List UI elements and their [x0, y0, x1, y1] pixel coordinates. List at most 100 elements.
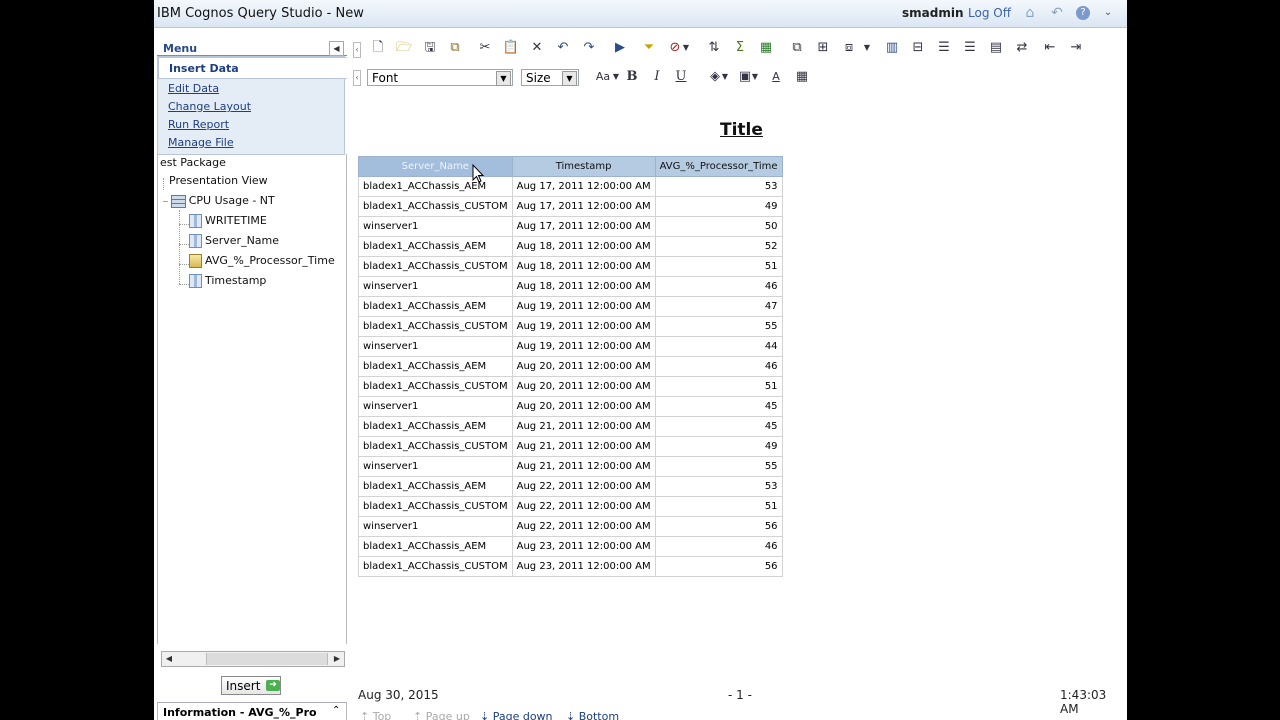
cell-timestamp[interactable]: Aug 20, 2011 12:00:00 AM [511, 356, 656, 377]
header-icon[interactable]: ☰ [935, 39, 953, 57]
cell-server-name[interactable]: winserver1 [358, 276, 513, 297]
cell-timestamp[interactable]: Aug 18, 2011 12:00:00 AM [511, 256, 656, 277]
tree-node-avg-processor-time[interactable]: AVG_%_Processor_Time [189, 254, 335, 268]
cell-avg-processor-time[interactable]: 55 [654, 316, 783, 337]
cell-timestamp[interactable]: Aug 19, 2011 12:00:00 AM [511, 316, 656, 337]
tree-node-writetime[interactable]: WRITETIME [189, 214, 267, 228]
cell-timestamp[interactable]: Aug 21, 2011 12:00:00 AM [511, 416, 656, 437]
chevron-down-icon[interactable]: ▼ [750, 68, 760, 86]
cell-avg-processor-time[interactable]: 50 [654, 216, 783, 237]
scroll-left-icon[interactable]: ◀ [162, 652, 176, 666]
cell-server-name[interactable]: winserver1 [358, 216, 513, 237]
cell-server-name[interactable]: bladex1_ACChassis_AEM [358, 476, 513, 497]
cell-avg-processor-time[interactable]: 49 [654, 196, 783, 217]
home-icon[interactable]: ⌂ [1022, 5, 1038, 21]
tree-expander-icon[interactable]: − [162, 197, 169, 206]
help-icon[interactable]: ? [1076, 6, 1090, 20]
cell-timestamp[interactable]: Aug 17, 2011 12:00:00 AM [511, 196, 656, 217]
insert-button[interactable]: Insert ➜ [221, 676, 281, 695]
cell-avg-processor-time[interactable]: 56 [654, 556, 783, 577]
bold-icon[interactable]: B [623, 68, 641, 86]
tree-node-package[interactable]: est Package [160, 156, 226, 169]
font-select[interactable]: Font ▼ [367, 69, 513, 86]
cell-server-name[interactable]: bladex1_ACChassis_CUSTOM [358, 496, 513, 517]
delete-icon[interactable]: ✕ [528, 39, 546, 57]
text-style-icon[interactable]: Aa [594, 68, 612, 86]
toolbar-scroll-left-icon[interactable]: ‹ [353, 70, 361, 86]
footer-icon[interactable]: ☰ [961, 39, 979, 57]
chart-icon[interactable]: ▥ [883, 39, 901, 57]
cell-timestamp[interactable]: Aug 19, 2011 12:00:00 AM [511, 296, 656, 317]
cell-server-name[interactable]: bladex1_ACChassis_CUSTOM [358, 436, 513, 457]
undo-icon[interactable]: ↶ [554, 39, 572, 57]
chevron-down-icon[interactable]: ▼ [862, 39, 872, 57]
table-format-icon[interactable]: ▦ [793, 68, 811, 86]
chevron-down-icon[interactable]: ▼ [496, 71, 511, 86]
save-as-icon[interactable]: ⧉ [446, 39, 464, 57]
filter-icon[interactable]: ⏷ [640, 39, 658, 57]
cell-avg-processor-time[interactable]: 51 [654, 256, 783, 277]
cell-avg-processor-time[interactable]: 53 [654, 176, 783, 197]
cell-server-name[interactable]: bladex1_ACChassis_AEM [358, 356, 513, 377]
cell-timestamp[interactable]: Aug 21, 2011 12:00:00 AM [511, 436, 656, 457]
cell-timestamp[interactable]: Aug 19, 2011 12:00:00 AM [511, 336, 656, 357]
cell-avg-processor-time[interactable]: 53 [654, 476, 783, 497]
column-header-timestamp[interactable]: Timestamp [511, 156, 656, 177]
underline-icon[interactable]: U [672, 68, 690, 86]
nav-page-down[interactable]: ⇣ Page down [480, 710, 553, 720]
tree-node-server-name[interactable]: Server_Name [189, 234, 279, 248]
swap-icon[interactable]: ⇄ [1013, 39, 1031, 57]
sort-icon[interactable]: ⇅ [705, 39, 723, 57]
cell-timestamp[interactable]: Aug 22, 2011 12:00:00 AM [511, 476, 656, 497]
cell-timestamp[interactable]: Aug 17, 2011 12:00:00 AM [511, 216, 656, 237]
cell-server-name[interactable]: bladex1_ACChassis_AEM [358, 416, 513, 437]
cell-timestamp[interactable]: Aug 18, 2011 12:00:00 AM [511, 276, 656, 297]
italic-icon[interactable]: I [648, 68, 666, 86]
new-report-icon[interactable]: 🗋 [369, 39, 387, 57]
tree-node-timestamp[interactable]: Timestamp [189, 274, 266, 288]
cell-avg-processor-time[interactable]: 55 [654, 456, 783, 477]
ungroup-icon[interactable]: ⊞ [814, 39, 832, 57]
move-left-icon[interactable]: ⇤ [1041, 39, 1059, 57]
cell-server-name[interactable]: winserver1 [358, 396, 513, 417]
cell-timestamp[interactable]: Aug 20, 2011 12:00:00 AM [511, 396, 656, 417]
cell-timestamp[interactable]: Aug 18, 2011 12:00:00 AM [511, 236, 656, 257]
column-header-server-name[interactable]: Server_Name [358, 156, 513, 177]
logoff-link[interactable]: Log Off [968, 6, 1011, 20]
cell-avg-processor-time[interactable]: 51 [654, 376, 783, 397]
cell-server-name[interactable]: bladex1_ACChassis_AEM [358, 536, 513, 557]
move-right-icon[interactable]: ⇥ [1067, 39, 1085, 57]
menu-item-insert-data[interactable]: Insert Data [158, 57, 347, 79]
tree-node-query-subject[interactable]: − CPU Usage - NT [162, 194, 275, 208]
cell-timestamp[interactable]: Aug 23, 2011 12:00:00 AM [511, 536, 656, 557]
calculate-icon[interactable]: ▦ [757, 39, 775, 57]
toolbar-scroll-left-icon[interactable]: ‹ [353, 42, 361, 58]
cell-avg-processor-time[interactable]: 52 [654, 236, 783, 257]
information-bar[interactable]: Information - AVG_%_Pro ⌃ [157, 702, 347, 720]
cell-avg-processor-time[interactable]: 56 [654, 516, 783, 537]
cell-server-name[interactable]: winserver1 [358, 456, 513, 477]
menu-item-change-layout[interactable]: Change Layout [168, 100, 251, 113]
paste-icon[interactable]: 📋 [502, 39, 520, 57]
chevron-down-icon[interactable]: ▼ [562, 71, 577, 86]
chevron-down-icon[interactable]: ▼ [720, 68, 730, 86]
chevron-down-icon[interactable]: ⌄ [1100, 5, 1116, 21]
scroll-right-icon[interactable]: ▶ [330, 652, 344, 666]
cell-timestamp[interactable]: Aug 22, 2011 12:00:00 AM [511, 496, 656, 517]
menu-item-edit-data[interactable]: Edit Data [168, 82, 219, 95]
summarize-icon[interactable]: Σ [731, 39, 749, 57]
redo-icon[interactable]: ↷ [580, 39, 598, 57]
pivot-icon[interactable]: ⊟ [909, 39, 927, 57]
run-report-icon[interactable]: ▶ [611, 39, 629, 57]
scrollbar-thumb[interactable] [206, 653, 328, 665]
cell-server-name[interactable]: bladex1_ACChassis_AEM [358, 296, 513, 317]
cut-icon[interactable]: ✂ [476, 39, 494, 57]
cell-avg-processor-time[interactable]: 44 [654, 336, 783, 357]
cell-server-name[interactable]: bladex1_ACChassis_CUSTOM [358, 376, 513, 397]
cell-server-name[interactable]: bladex1_ACChassis_AEM [358, 176, 513, 197]
list-icon[interactable]: ▤ [987, 39, 1005, 57]
cell-avg-processor-time[interactable]: 45 [654, 416, 783, 437]
cell-timestamp[interactable]: Aug 17, 2011 12:00:00 AM [511, 176, 656, 197]
cell-avg-processor-time[interactable]: 47 [654, 296, 783, 317]
open-folder-icon[interactable]: 🗁 [395, 39, 413, 57]
